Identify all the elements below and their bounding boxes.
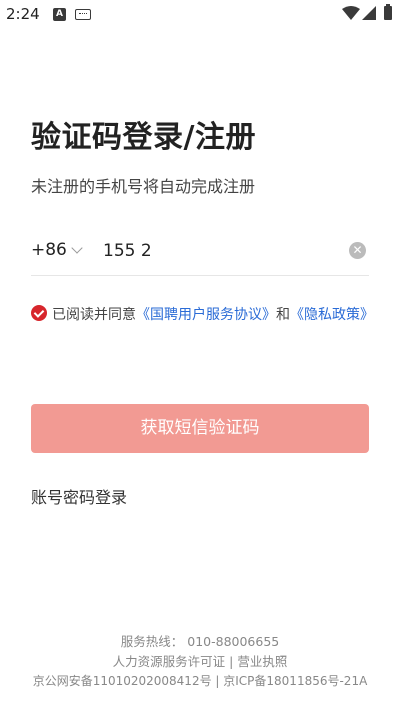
wifi-icon — [342, 6, 360, 20]
country-code-selector[interactable]: +86 — [31, 240, 67, 260]
agreement-checkbox[interactable] — [31, 305, 47, 321]
terms-link[interactable]: 《国聘用户服务协议》 — [136, 307, 276, 323]
a-notification-icon: A — [53, 8, 66, 21]
business-license-link[interactable]: 营业执照 — [237, 654, 287, 669]
page-subtitle: 未注册的手机号将自动完成注册 — [31, 177, 256, 196]
chevron-down-icon[interactable] — [71, 242, 83, 254]
agreement-conjunction: 和 — [276, 307, 290, 323]
clear-icon[interactable]: ✕ — [349, 242, 366, 259]
privacy-link[interactable]: 《隐私政策》 — [290, 307, 374, 323]
phone-input-row: +86 ✕ — [31, 230, 369, 276]
footer-hotline: 服务热线： 010-88006655 — [0, 631, 400, 650]
footer-icp: 京公网安备11010202008412号 | 京ICP备18011856号-21… — [32, 674, 368, 688]
agreement-prefix: 已阅读并同意 — [52, 307, 136, 323]
hotline-label: 服务热线： — [120, 634, 184, 649]
license-link[interactable]: 人力资源服务许可证 — [113, 654, 226, 669]
footer-separator: | — [229, 654, 234, 669]
status-bar: 2:24 A — [0, 0, 400, 28]
battery-icon — [384, 4, 392, 20]
agreement-text: 已阅读并同意《国聘用户服务协议》和《隐私政策》 — [52, 304, 374, 324]
signal-icon — [362, 6, 376, 20]
status-time: 2:24 — [6, 5, 40, 23]
page-title: 验证码登录/注册 — [31, 120, 256, 155]
phone-input[interactable] — [103, 236, 333, 266]
footer-licenses: 人力资源服务许可证 | 营业执照 — [0, 651, 400, 670]
password-login-link[interactable]: 账号密码登录 — [31, 484, 127, 508]
get-code-button[interactable]: 获取短信验证码 — [31, 404, 369, 453]
keyboard-icon — [75, 9, 91, 20]
hotline-number[interactable]: 010-88006655 — [187, 634, 279, 649]
